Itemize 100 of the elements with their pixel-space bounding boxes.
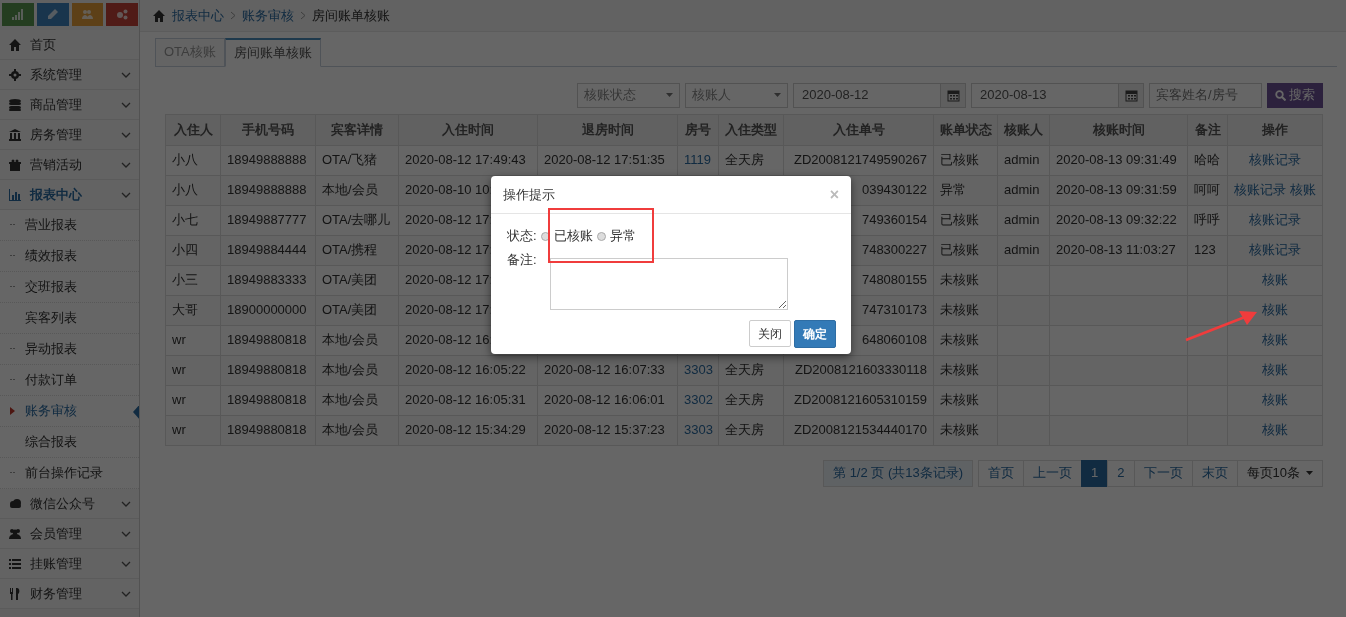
chevron-icon	[121, 190, 131, 199]
submenu-item[interactable]: 综合报表	[0, 427, 139, 458]
action-link[interactable]: 核账	[1262, 302, 1288, 318]
submenu-item[interactable]: 前台操作记录	[0, 458, 139, 489]
submenu-item[interactable]: 绩效报表	[0, 241, 139, 272]
table-cell: 18949880818	[220, 415, 316, 445]
database-icon	[8, 97, 22, 112]
close-button[interactable]: 关闭	[749, 320, 791, 347]
table-cell: ZD2008121534440170	[783, 415, 934, 445]
table-cell: 全天房	[718, 385, 784, 415]
table-cell: 已核账	[933, 235, 998, 265]
pointer-icon	[133, 404, 139, 420]
confirm-button[interactable]: 确定	[794, 320, 836, 348]
close-button[interactable]: ×	[829, 182, 839, 207]
table-cell: admin	[997, 235, 1050, 265]
note-field[interactable]	[550, 258, 788, 310]
breadcrumb-link[interactable]: 报表中心	[172, 5, 224, 26]
chevron-icon	[121, 130, 131, 139]
table-cell: 未核账	[933, 325, 998, 355]
action-link[interactable]: 核账	[1262, 272, 1288, 288]
table-cell: OTA/美团	[315, 265, 399, 295]
breadcrumb-link[interactable]: 账务审核	[242, 5, 294, 26]
action-link[interactable]: 核账	[1289, 182, 1316, 198]
date-field[interactable]: 2020-08-12	[793, 82, 941, 108]
calendar-button[interactable]	[941, 82, 966, 108]
table-cell: OTA/美团	[315, 295, 399, 325]
calendar-icon	[1124, 88, 1138, 102]
action-link[interactable]: 核账	[1262, 332, 1288, 348]
page-size-select[interactable]: 每页10条	[1236, 459, 1323, 487]
table-cell: 18949887777	[220, 205, 316, 235]
shortcut-button[interactable]	[106, 3, 138, 26]
table-cell: 18949880818	[220, 385, 316, 415]
page-button[interactable]: 2	[1107, 459, 1135, 487]
calendar-button[interactable]	[1119, 82, 1144, 108]
column-header: 备注	[1187, 114, 1228, 145]
column-header: 宾客详情	[315, 114, 399, 145]
table-cell: 本地/会员	[315, 325, 399, 355]
table-cell: wr	[165, 415, 221, 445]
page-button[interactable]: 末页	[1191, 459, 1238, 487]
table-cell: 未核账	[933, 355, 998, 385]
table-cell: ZD2008121603330118	[783, 355, 934, 385]
gears-icon	[115, 8, 129, 21]
table-cell: 全天房	[718, 145, 784, 175]
utensils-icon	[8, 586, 22, 601]
bank-icon	[8, 127, 22, 142]
chevron-icon	[121, 499, 131, 508]
table-cell: wr	[165, 325, 221, 355]
caret-icon	[774, 93, 781, 97]
list-icon	[8, 556, 22, 571]
table-cell: 异常	[933, 175, 998, 205]
table-cell: admin	[997, 205, 1050, 235]
shortcut-button[interactable]	[71, 3, 104, 26]
caret-icon	[1306, 471, 1313, 475]
table-cell: 2020-08-12 17:49:43	[398, 145, 538, 175]
action-link[interactable]: 核账记录	[1234, 182, 1287, 198]
table-cell: 已核账	[933, 205, 998, 235]
radio-label: 异常	[609, 227, 636, 246]
chevron-icon	[121, 70, 131, 79]
chart-icon	[11, 8, 25, 21]
table-cell: 18949888888	[220, 175, 316, 205]
table-cell: 未核账	[933, 265, 998, 295]
shortcut-button[interactable]	[2, 3, 34, 26]
page-button[interactable]: 首页	[978, 459, 1025, 487]
breadcrumb-current: 房间账单核账	[312, 6, 390, 25]
page-button[interactable]: 1	[1081, 459, 1109, 487]
table-cell: 2020-08-13 09:31:59	[1049, 175, 1188, 205]
table-cell: 未核账	[933, 295, 998, 325]
date-field[interactable]: 2020-08-13	[971, 82, 1119, 108]
submenu-item[interactable]: 异动报表	[0, 334, 139, 365]
table-cell: 2020-08-12 16:05:22	[398, 355, 538, 385]
radio-button[interactable]	[540, 231, 550, 241]
shortcut-button[interactable]	[36, 3, 69, 26]
action-link[interactable]: 核账	[1262, 392, 1288, 408]
chevron-right-icon	[230, 11, 236, 20]
table-cell: 18949883333	[220, 265, 316, 295]
chevron-icon	[121, 100, 131, 109]
table-cell: 哈哈	[1187, 145, 1228, 175]
action-link[interactable]: 核账	[1262, 422, 1288, 438]
table-cell: 全天房	[718, 415, 784, 445]
table-cell: 2020-08-13 09:31:49	[1049, 145, 1188, 175]
chevron-icon	[121, 529, 131, 538]
chevron-icon	[121, 160, 131, 169]
action-link[interactable]: 核账	[1262, 362, 1288, 378]
table-cell: admin	[997, 175, 1050, 205]
submenu-item[interactable]: 交班报表	[0, 272, 139, 303]
tab[interactable]: 房间账单核账	[224, 38, 321, 67]
table-cell: 2020-08-13 09:32:22	[1049, 205, 1188, 235]
search-button[interactable]: 搜索	[1267, 82, 1323, 108]
home-icon	[152, 9, 166, 22]
submenu-item[interactable]: 营业报表	[0, 210, 139, 241]
column-header: 入住时间	[398, 114, 538, 145]
submenu-item[interactable]: 账务审核	[0, 396, 139, 427]
submenu-item[interactable]: 付款订单	[0, 365, 139, 396]
table-cell: ZD2008121605310159	[783, 385, 934, 415]
bar-chart-icon	[8, 187, 22, 202]
table-cell: 2020-08-12 16:06:01	[537, 385, 678, 415]
radio-button[interactable]	[596, 231, 606, 241]
calendar-icon	[946, 88, 960, 102]
table-cell: OTA/携程	[315, 235, 399, 265]
submenu-item[interactable]: 宾客列表	[0, 303, 139, 334]
